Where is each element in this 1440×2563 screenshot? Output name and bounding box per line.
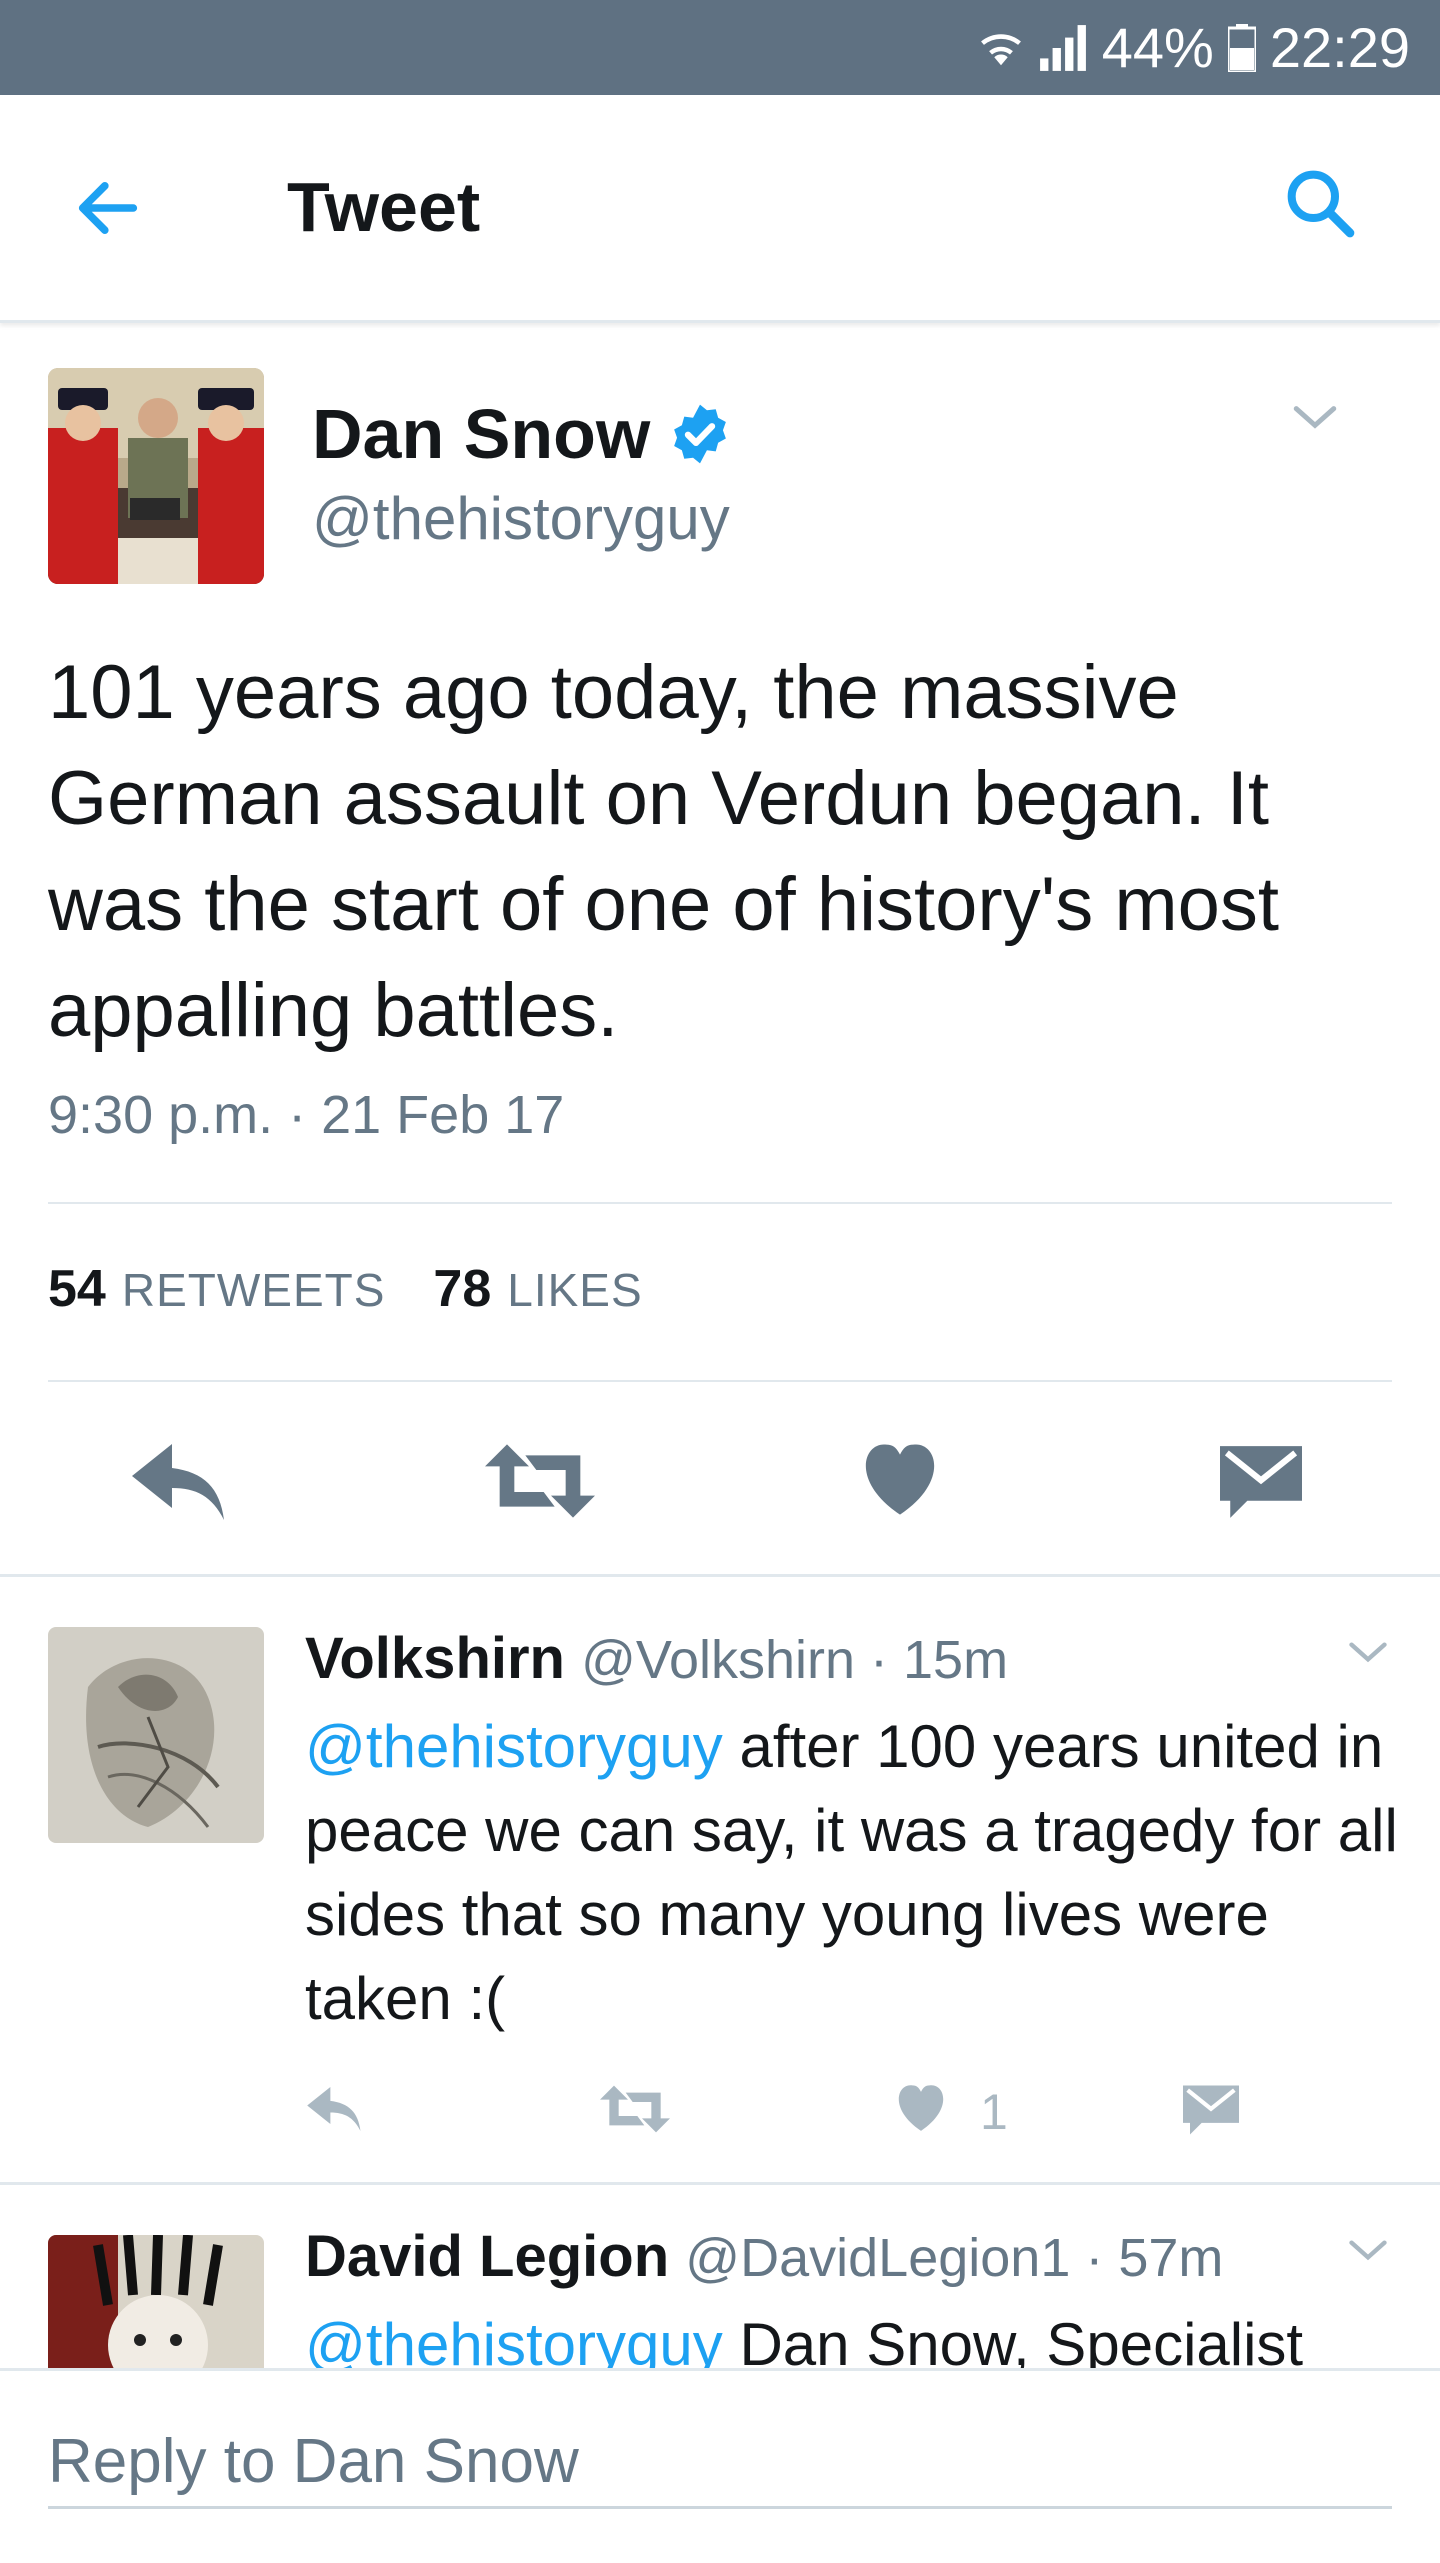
search-icon <box>1287 170 1355 238</box>
battery-icon <box>1227 23 1256 72</box>
tweet-action-bar <box>0 1414 1440 1534</box>
reply-author-name[interactable]: Volkshirn <box>305 1626 565 1691</box>
reply-composer: Reply to Dan Snow <box>0 2368 1440 2563</box>
reply-avatar[interactable] <box>48 2235 264 2368</box>
arrow-left-icon <box>78 182 138 234</box>
like-button[interactable] <box>895 2083 947 2136</box>
tweet-timestamp: 9:30 p.m. · 21 Feb 17 <box>48 1085 565 1145</box>
like-count: 1 <box>980 2084 1008 2140</box>
top-app-bar: Tweet <box>0 95 1440 323</box>
likes-count: 78 <box>433 1260 492 1318</box>
divider <box>48 1380 1392 1382</box>
direct-message-button[interactable] <box>1220 1446 1302 1523</box>
battery-percent: 44% <box>1101 16 1214 79</box>
back-button[interactable] <box>70 170 160 245</box>
clock: 22:29 <box>1269 16 1410 79</box>
reply-author-handle[interactable]: @Volkshirn · 15m <box>581 1630 1008 1690</box>
retweets-label: RETWEETS <box>121 1264 386 1316</box>
reply-author-name[interactable]: David Legion <box>305 2224 669 2289</box>
chevron-down-icon <box>1349 2240 1387 2261</box>
reply-header: David Legion @DavidLegion1 · 57m <box>305 2223 1223 2290</box>
reply-text: @thehistoryguy after 100 years united in… <box>305 1705 1405 2041</box>
reply-options-button[interactable] <box>1346 1637 1396 1672</box>
page-title: Tweet <box>287 168 481 246</box>
reply-tweet[interactable]: David Legion @DavidLegion1 · 57m @thehis… <box>0 2185 1440 2368</box>
reply-body-text: Dan Snow, Specialist <box>722 2311 1304 2368</box>
search-button[interactable] <box>1280 163 1370 253</box>
reply-text: @thehistoryguy Dan Snow, Specialist <box>305 2303 1405 2368</box>
mention-link[interactable]: @thehistoryguy <box>305 2311 723 2368</box>
reply-avatar[interactable] <box>48 1627 264 1843</box>
like-button[interactable] <box>860 1440 940 1521</box>
author-name-text: Dan Snow <box>312 395 651 473</box>
wifi-icon <box>978 25 1024 71</box>
mention-link[interactable]: @thehistoryguy <box>305 1713 723 1780</box>
reply-header: Volkshirn @Volkshirn · 15m <box>305 1625 1008 1692</box>
retweet-button[interactable] <box>600 2085 670 2138</box>
retweets-stat[interactable]: 54 RETWEETS <box>48 1259 385 1319</box>
retweets-count: 54 <box>48 1260 106 1318</box>
tweet-options-button[interactable] <box>1290 400 1350 440</box>
retweet-icon <box>485 1444 595 1518</box>
reply-tweet[interactable]: Volkshirn @Volkshirn · 15m @thehistorygu… <box>0 1577 1440 2182</box>
tweet-stats: 54 RETWEETS 78 LIKES <box>48 1259 691 1319</box>
reply-options-button[interactable] <box>1346 2235 1396 2270</box>
signal-icon <box>1038 24 1088 71</box>
heart-icon <box>898 2085 944 2131</box>
author-handle[interactable]: @thehistoryguy <box>312 484 730 553</box>
reply-button[interactable] <box>132 1444 228 1525</box>
chevron-down-icon <box>1293 406 1337 429</box>
envelope-icon <box>1183 2085 1239 2135</box>
status-bar: 44% 22:29 <box>0 0 1440 95</box>
chevron-down-icon <box>1349 1642 1387 1663</box>
author-name[interactable]: Dan Snow <box>312 394 732 474</box>
divider <box>48 1202 1392 1204</box>
likes-label: LIKES <box>507 1264 643 1316</box>
reply-icon <box>307 2087 361 2131</box>
reply-input[interactable]: Reply to Dan Snow <box>48 2426 1392 2509</box>
envelope-icon <box>1220 1446 1302 1518</box>
reply-button[interactable] <box>307 2087 363 2136</box>
likes-stat[interactable]: 78 LIKES <box>433 1259 642 1319</box>
retweet-button[interactable] <box>485 1444 595 1523</box>
verified-badge-icon <box>674 404 727 464</box>
reply-author-handle[interactable]: @DavidLegion1 · 57m <box>685 2228 1223 2288</box>
direct-message-button[interactable] <box>1183 2085 1239 2140</box>
tweet-text: 101 years ago today, the massive German … <box>48 650 1280 1053</box>
reply-icon <box>132 1444 224 1520</box>
heart-icon <box>865 1444 935 1515</box>
avatar[interactable] <box>48 368 264 584</box>
retweet-icon <box>600 2085 670 2133</box>
